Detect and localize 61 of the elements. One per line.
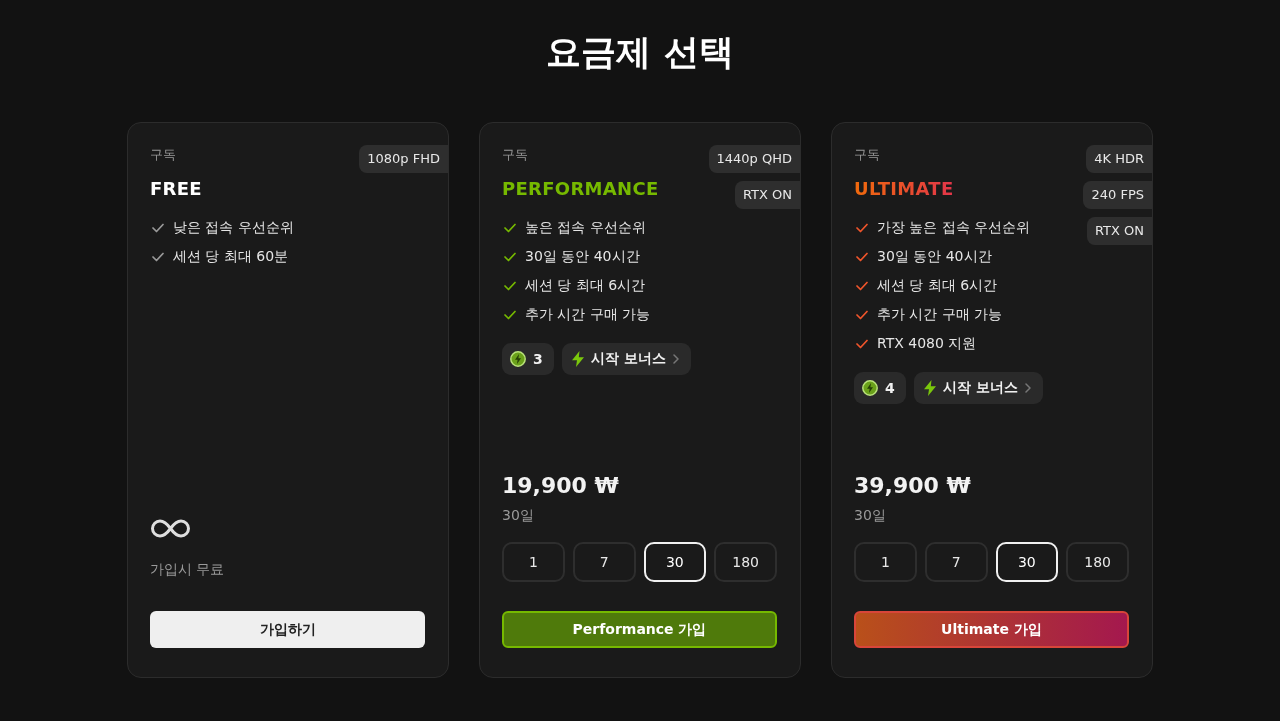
signup-button[interactable]: 가입하기 [150, 611, 425, 648]
spec-badge: 1440p QHD [708, 145, 800, 173]
signup-button[interactable]: Ultimate 가입 [854, 611, 1129, 648]
bonus-button[interactable]: 시작 보너스 [561, 343, 691, 375]
infinity-icon [150, 519, 191, 538]
bonus-button[interactable]: 시작 보너스 [913, 372, 1043, 404]
plan-name: FREE [150, 179, 202, 199]
chevron-right-icon [672, 354, 679, 364]
duration-button[interactable]: 30 [643, 542, 707, 582]
check-icon [152, 223, 164, 233]
period-text: 30일 [502, 506, 534, 525]
feature-text: 세션 당 최대 6시간 [877, 277, 998, 295]
duration-button[interactable]: 7 [572, 542, 636, 582]
coin-count: 3 [533, 351, 543, 367]
feature-text: 낮은 접속 우선순위 [173, 219, 294, 237]
lightning-icon [923, 380, 936, 396]
lightning-icon [571, 351, 584, 367]
feature-text: 가장 높은 접속 우선순위 [877, 219, 1031, 237]
spec-badge: 4K HDR [1086, 145, 1152, 173]
duration-button[interactable]: 30 [995, 542, 1059, 582]
spec-badge: RTX ON [1086, 217, 1152, 245]
price-text: 39,900 ₩ [854, 472, 971, 500]
feature-text: 세션 당 최대 60분 [173, 248, 289, 266]
feature-text: 30일 동안 40시간 [525, 248, 640, 266]
feature-text: 높은 접속 우선순위 [525, 219, 646, 237]
page-title: 요금제 선택 [546, 31, 734, 74]
duration-button[interactable]: 1 [854, 542, 917, 582]
check-icon [152, 252, 164, 262]
coin-count: 4 [885, 380, 895, 396]
check-icon [856, 339, 868, 349]
duration-button[interactable]: 7 [924, 542, 988, 582]
coin-icon [510, 351, 526, 367]
check-icon [856, 223, 868, 233]
feature-text: 추가 시간 구매 가능 [877, 306, 1003, 324]
period-text: 30일 [854, 506, 886, 525]
coin-icon [862, 380, 878, 396]
plan-label: 구독 [502, 146, 528, 164]
spec-badge: 240 FPS [1083, 181, 1152, 209]
feature-text: 추가 시간 구매 가능 [525, 306, 651, 324]
check-icon [856, 252, 868, 262]
plan-label: 구독 [150, 146, 176, 164]
spec-badge: RTX ON [734, 181, 800, 209]
feature-text: 세션 당 최대 6시간 [525, 277, 646, 295]
duration-button[interactable]: 1 [502, 542, 565, 582]
check-icon [504, 223, 516, 233]
check-icon [504, 281, 516, 291]
check-icon [504, 252, 516, 262]
check-icon [504, 310, 516, 320]
check-icon [856, 310, 868, 320]
plan-name: PERFORMANCE [502, 179, 659, 199]
check-icon [856, 281, 868, 291]
price-text: 19,900 ₩ [502, 472, 619, 500]
chevron-right-icon [1024, 383, 1031, 393]
duration-button[interactable]: 180 [1066, 542, 1129, 582]
duration-button[interactable]: 180 [714, 542, 777, 582]
signup-button[interactable]: Performance 가입 [502, 611, 777, 648]
free-note: 가입시 무료 [150, 560, 225, 579]
plan-label: 구독 [854, 146, 880, 164]
feature-text: 30일 동안 40시간 [877, 248, 992, 266]
feature-text: RTX 4080 지원 [877, 335, 977, 353]
spec-badge: 1080p FHD [359, 145, 448, 173]
